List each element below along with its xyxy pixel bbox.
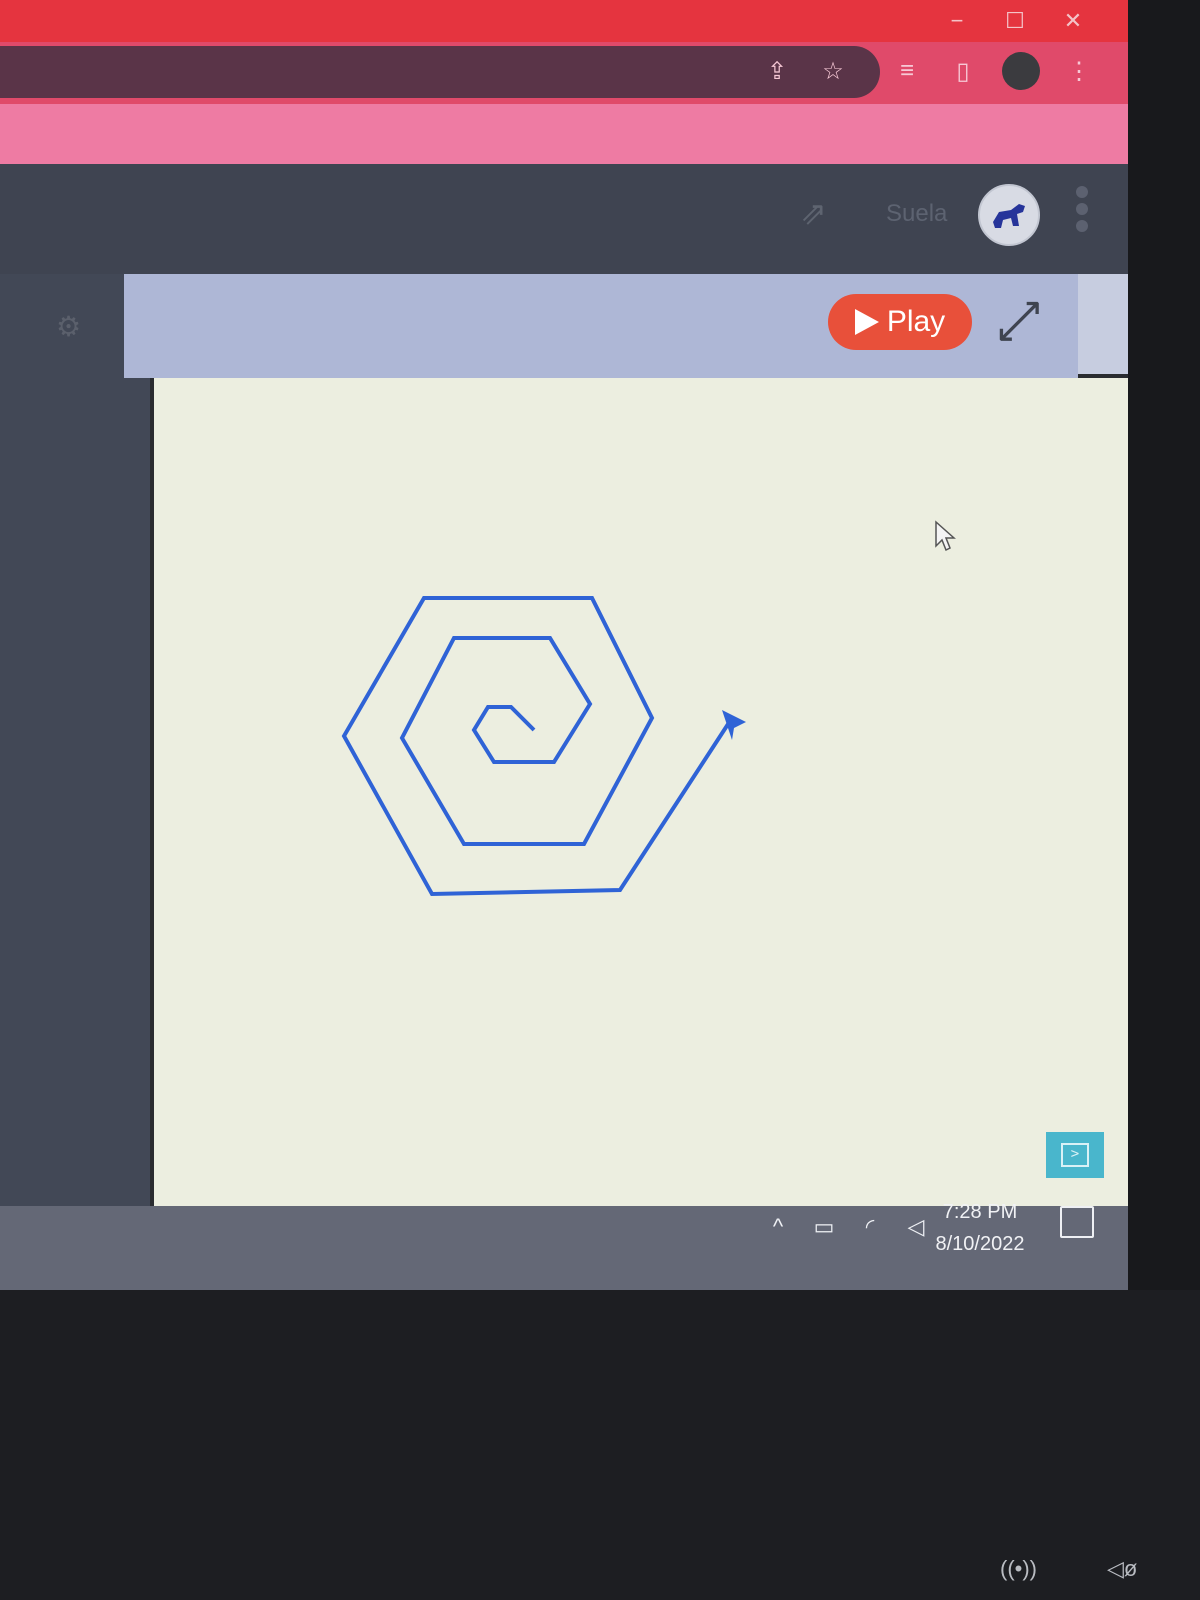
hexagon-spiral	[341, 596, 734, 897]
mute-icon: ◁ø	[1107, 1556, 1138, 1581]
share-icon[interactable]: ⇗	[800, 194, 846, 231]
media-icon[interactable]: ≡	[890, 54, 924, 88]
clock-date: 8/10/2022	[935, 1233, 1025, 1255]
play-label: Play	[886, 305, 946, 338]
taskbar-clock[interactable]: 7:28 PM 8/10/2022	[920, 1196, 1040, 1260]
maximize-button[interactable]: ☐	[998, 4, 1032, 38]
drawing-canvas[interactable]	[154, 378, 1128, 1206]
left-sidebar	[0, 274, 150, 1214]
notification-icon[interactable]	[1060, 1206, 1094, 1238]
bookmarks-bar	[0, 104, 1128, 164]
address-bar-icons: ⇪ ☆	[760, 54, 850, 88]
address-bar[interactable]	[0, 46, 880, 98]
side-panel-icon[interactable]: ▯	[946, 54, 980, 88]
monitor-bezel-bottom	[0, 1290, 1200, 1600]
star-icon[interactable]: ☆	[816, 54, 850, 88]
console-button[interactable]: >	[1046, 1132, 1104, 1178]
battery-icon[interactable]: ▭	[810, 1214, 838, 1240]
mouse-cursor-icon	[935, 520, 956, 552]
share-page-icon[interactable]: ⇪	[760, 54, 794, 88]
toolbar-right-icons: ≡ ▯ ⋮	[890, 52, 1096, 90]
more-icon[interactable]: ⋮	[1062, 54, 1096, 88]
bezel-icons: ((•)) ◁ø	[1000, 1556, 1137, 1582]
project-bar-edge	[1078, 274, 1128, 374]
page-header	[0, 164, 1128, 274]
panther-icon	[993, 204, 1025, 228]
user-avatar[interactable]	[978, 184, 1040, 246]
monitor-bezel-right	[1128, 0, 1200, 1290]
turtle-drawing	[341, 596, 746, 897]
profile-avatar[interactable]	[1002, 52, 1040, 90]
clock-time: 7:28 PM	[942, 1201, 1018, 1223]
console-icon: >	[1061, 1143, 1089, 1167]
wifi-icon[interactable]: ◜	[856, 1214, 884, 1240]
minimize-button[interactable]: −	[940, 4, 974, 38]
chevron-up-icon[interactable]: ^	[764, 1214, 792, 1240]
system-tray: ^ ▭ ◜ ◁	[764, 1214, 930, 1240]
user-name[interactable]: Suela	[886, 200, 947, 228]
window-controls: − ☐ ✕	[940, 0, 1090, 42]
play-button[interactable]: Play	[828, 294, 972, 350]
gear-icon[interactable]: ⚙	[56, 310, 81, 343]
play-icon	[854, 309, 879, 335]
wireless-icon: ((•))	[1000, 1556, 1038, 1581]
close-button[interactable]: ✕	[1056, 4, 1090, 38]
header-menu-icon[interactable]	[1074, 186, 1090, 232]
